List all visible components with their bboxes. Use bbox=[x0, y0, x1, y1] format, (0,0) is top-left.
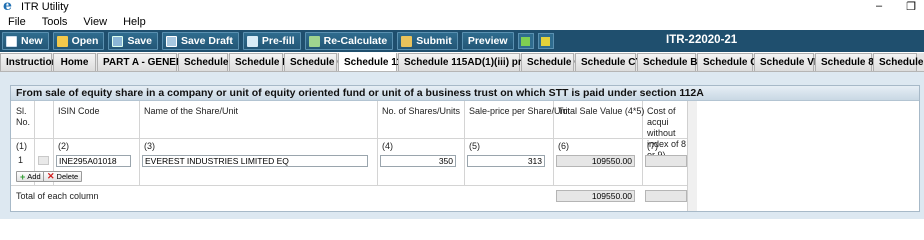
new-document-icon bbox=[6, 35, 17, 47]
row-divider bbox=[11, 185, 687, 186]
sale-price-input[interactable]: 313 bbox=[467, 155, 545, 167]
recalculate-label: Re-Calculate bbox=[323, 35, 388, 47]
recalculate-button[interactable]: Re-Calculate bbox=[304, 32, 394, 50]
tab-schedule-115ad[interactable]: Schedule 115AD(1)(iii) proviso bbox=[398, 53, 548, 71]
col-number: (3) bbox=[144, 141, 155, 151]
app-title: ITR Utility bbox=[21, 1, 69, 13]
menu-file[interactable]: File bbox=[8, 16, 26, 28]
col-number: (1) bbox=[16, 141, 27, 151]
submit-button[interactable]: Submit bbox=[397, 32, 458, 50]
minimize-button[interactable]: – bbox=[874, 0, 884, 13]
preview-label: Preview bbox=[467, 35, 508, 47]
prefill-icon bbox=[246, 35, 258, 47]
shares-count-input[interactable]: 350 bbox=[380, 155, 456, 167]
delete-label: Delete bbox=[56, 172, 79, 181]
col-number: (7) bbox=[647, 141, 658, 151]
calculator-icon bbox=[308, 35, 320, 47]
add-label: Add bbox=[27, 172, 41, 181]
tab-schedule-cyla[interactable]: Schedule CYLA bbox=[575, 53, 655, 71]
menu-bar: File Tools View Help bbox=[0, 14, 924, 30]
delete-row-button[interactable]: ✕ Delete bbox=[43, 171, 83, 182]
prefill-button[interactable]: Pre-fill bbox=[242, 32, 301, 50]
green-square-icon bbox=[521, 36, 531, 46]
folder-icon bbox=[56, 35, 68, 47]
header-sl-no: Sl. No. bbox=[16, 106, 31, 127]
header-cost: Cost of acqui without index of 8 or 9) bbox=[647, 106, 687, 160]
open-button[interactable]: Open bbox=[52, 32, 105, 50]
isin-code-input[interactable]: INE295A01018 bbox=[56, 155, 131, 167]
horizontal-overflow-edge bbox=[687, 101, 697, 211]
total-label: Total of each column bbox=[16, 191, 99, 201]
toolbar: New Open Save Save Draft Pre-fill Re-Cal… bbox=[0, 30, 924, 52]
row-sl-no: 1 bbox=[18, 155, 24, 165]
tab-schedule-cg[interactable]: Schedule CG bbox=[284, 53, 352, 71]
tab-schedule-bfla[interactable]: Schedule BFLA bbox=[637, 53, 717, 71]
floppy-disk-icon bbox=[112, 35, 124, 47]
new-label: New bbox=[21, 35, 43, 47]
share-name-input[interactable]: EVEREST INDUSTRIES LIMITED EQ bbox=[142, 155, 368, 167]
yellow-tool-button[interactable] bbox=[537, 33, 554, 49]
title-bar: e ITR Utility – ❐ bbox=[0, 0, 924, 14]
header-total-sale: Total Sale Value (4*5) bbox=[558, 106, 645, 116]
header-isin: ISIN Code bbox=[58, 106, 100, 116]
assessment-year: 2020-21 bbox=[695, 34, 738, 46]
submit-icon bbox=[401, 35, 413, 47]
menu-tools[interactable]: Tools bbox=[42, 16, 68, 28]
restore-button[interactable]: ❐ bbox=[906, 0, 916, 13]
open-label: Open bbox=[71, 35, 99, 47]
schedule-table: Sl. No. ISIN Code Name of the Share/Unit… bbox=[11, 101, 687, 211]
col-number: (5) bbox=[469, 141, 480, 151]
panel-heading: From sale of equity share in a company o… bbox=[11, 86, 919, 101]
tab-schedule-s[interactable]: Schedule S bbox=[178, 53, 238, 71]
col-number: (4) bbox=[382, 141, 393, 151]
col-divider bbox=[464, 101, 465, 185]
tab-schedule-vi-a[interactable]: Schedule VI-A bbox=[754, 53, 827, 71]
total-sale-value-sum: 109550.00 bbox=[556, 190, 635, 202]
col-number: (2) bbox=[58, 141, 69, 151]
schedule-tabs: Instructions Home PART A - GENERAL Sched… bbox=[0, 53, 924, 72]
tab-schedule-112a[interactable]: Schedule 112A bbox=[338, 53, 415, 71]
window-controls: – ❐ bbox=[874, 0, 916, 13]
save-draft-label: Save Draft bbox=[180, 35, 233, 47]
delete-x-icon: ✕ bbox=[47, 171, 55, 181]
content-area: From sale of equity share in a company o… bbox=[0, 72, 924, 219]
tab-schedule-os[interactable]: Schedule OS bbox=[521, 53, 589, 71]
row-select-checkbox[interactable] bbox=[38, 156, 49, 165]
total-cost-sum bbox=[645, 190, 687, 202]
tab-part-a-general[interactable]: PART A - GENERAL bbox=[97, 53, 197, 71]
menu-view[interactable]: View bbox=[83, 16, 107, 28]
save-draft-icon bbox=[165, 35, 177, 47]
save-button[interactable]: Save bbox=[108, 32, 158, 50]
submit-label: Submit bbox=[416, 35, 452, 47]
add-row-button[interactable]: + Add bbox=[16, 171, 45, 182]
header-sale-price: Sale-price per Share/Unit bbox=[469, 106, 571, 116]
cost-of-acquisition-field bbox=[645, 155, 687, 167]
save-label: Save bbox=[127, 35, 152, 47]
yellow-square-icon bbox=[541, 36, 551, 46]
app-logo-icon: e bbox=[3, 0, 12, 14]
col-divider bbox=[139, 101, 140, 185]
prefill-label: Pre-fill bbox=[261, 35, 295, 47]
header-name: Name of the Share/Unit bbox=[144, 106, 239, 116]
tab-schedule-hp[interactable]: Schedule HP bbox=[229, 53, 296, 71]
col-number: (6) bbox=[558, 141, 569, 151]
preview-button[interactable]: Preview bbox=[461, 32, 514, 50]
header-shares: No. of Shares/Units bbox=[382, 106, 461, 116]
tab-schedule-80d[interactable]: Schedule 80D bbox=[815, 53, 887, 71]
new-button[interactable]: New bbox=[2, 32, 49, 50]
plus-icon: + bbox=[20, 171, 26, 182]
row-divider bbox=[11, 138, 687, 139]
total-sale-value-field: 109550.00 bbox=[556, 155, 635, 167]
form-title: ITR-2 bbox=[666, 34, 695, 46]
tab-schedule-80[interactable]: Schedule 80 bbox=[873, 53, 924, 71]
schedule-112a-panel: From sale of equity share in a company o… bbox=[10, 85, 920, 212]
tab-home[interactable]: Home bbox=[53, 53, 96, 71]
tab-instructions[interactable]: Instructions bbox=[0, 53, 63, 71]
col-divider bbox=[377, 101, 378, 185]
menu-help[interactable]: Help bbox=[123, 16, 146, 28]
save-draft-button[interactable]: Save Draft bbox=[161, 32, 239, 50]
green-tool-button[interactable] bbox=[517, 33, 534, 49]
tab-schedule-cfl[interactable]: Schedule CFL bbox=[697, 53, 770, 71]
